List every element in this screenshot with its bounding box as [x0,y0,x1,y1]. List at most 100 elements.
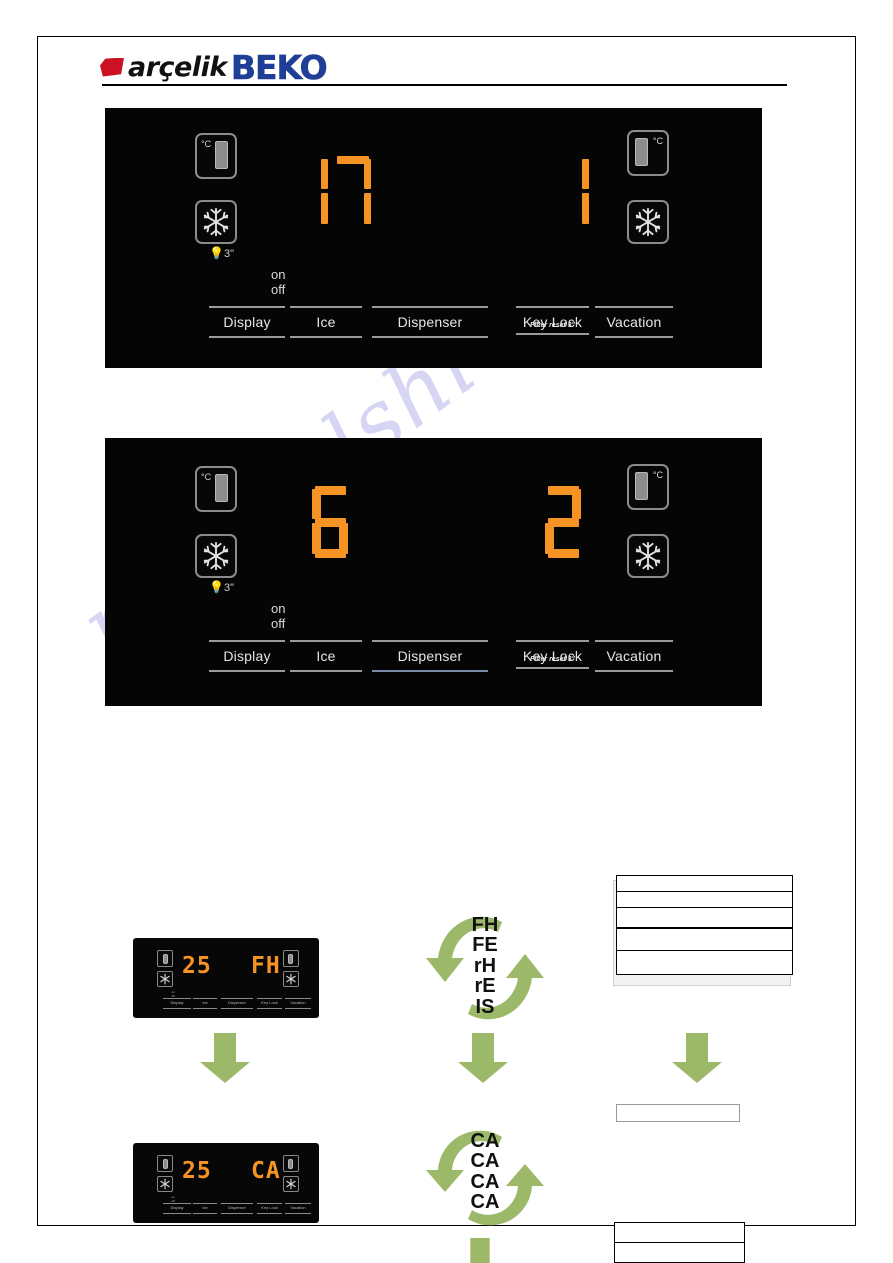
fridge-temp-icon[interactable]: °C [627,130,669,176]
cycle-item: CA [470,1150,500,1173]
freezer-snowflake-icon[interactable] [627,200,669,244]
mini-button-bar [257,998,282,999]
vacation-button[interactable]: Vacation [595,640,673,672]
fridge-temp-icon [283,1155,299,1172]
ice-button[interactable]: Ice [290,306,362,338]
key-lock-button[interactable]: Key Lock Filter reset 3" [516,640,589,669]
cycle-item: rE [474,975,496,998]
fridge-degree-label: °C [652,136,663,146]
fridge-temp-icon[interactable]: °C [627,464,669,510]
dispenser-button[interactable]: Dispenser [372,640,488,672]
ice-on-label: on [271,601,286,616]
mini-button-label: Key Lock [261,1205,278,1210]
button-bar-bottom [372,336,488,338]
vacation-button[interactable]: Vacation [595,306,673,338]
snowflake-glyph [160,1178,170,1190]
snowflake-glyph [203,207,229,237]
seg-digit [298,156,328,228]
fridge-control-panel-bottom: °C 💡3" °C on off Display Ice Dispenser K… [105,438,762,706]
bulb-icon-label: 💡3" [209,246,234,260]
button-label: Ice [316,314,336,330]
mini-button-label: Display [170,1000,184,1005]
freezer-snowflake-icon [157,971,173,987]
button-label: Vacation [606,648,662,664]
page-frame-right [855,36,856,1226]
snowflake-glyph [635,207,661,237]
service-display-ca: 25 CA on off Display Ice Dispenser Key Lo… [133,1143,319,1223]
freezer-snowflake-icon [283,1176,299,1192]
button-bar-bottom [209,336,285,338]
mini-button-bar [257,1008,282,1009]
freezer-snowflake-icon[interactable] [195,534,237,578]
freezer-snowflake-icon[interactable] [195,200,237,244]
error-code-cycle-lower: CA CA CA CA [424,1128,546,1228]
ice-off-label: off [271,616,286,631]
mini-left-value: 25 [182,953,212,979]
mini-button-label: Dispenser [227,1000,246,1005]
mini-button-bar [193,998,217,999]
fridge-temp-icon[interactable]: °C [195,466,237,512]
freezer-snowflake-icon[interactable] [627,534,669,578]
code-table-upper [616,875,793,975]
button-bar-bottom [209,670,285,672]
mini-button-bar [221,1213,253,1214]
button-bar-bottom [595,336,673,338]
mini-button-bar [163,1008,191,1009]
mini-onoff-label: on off [171,990,175,998]
left-temperature-display [312,486,348,558]
mini-button-label: Key Lock [261,1000,278,1005]
ice-onoff-indicator: on off [271,601,285,631]
fridge-temp-icon[interactable]: °C [195,133,237,179]
mini-button-bar [257,1213,282,1214]
button-bar-bottom [595,670,673,672]
code-table-lower [614,1222,745,1263]
mini-button-bar [163,1203,191,1204]
page-root: manualshive.com arçelik BEKO °C 💡3" °C o… [0,0,893,1263]
mini-button-bar [193,1203,217,1204]
fridge-control-panel-top: °C 💡3" °C on off Display Ice Dispenser K… [105,108,762,368]
mini-button-label: Display [170,1205,184,1210]
mini-right-value: CA [251,1158,281,1184]
page-frame-left [37,36,38,1226]
bulb-icon-label: 💡3" [209,580,234,594]
display-button[interactable]: Display [209,640,285,672]
flow-arrow-down-right [672,1033,722,1083]
fridge-door-glyph [635,472,648,500]
cycle-item: CA [470,1130,500,1152]
mini-button-bar [221,1008,253,1009]
button-label: Dispenser [397,314,463,330]
cycle-item: CA [470,1191,500,1214]
fridge-degree-label: °C [652,470,663,480]
button-label: Display [223,314,271,330]
brand-name-arcelik: arçelik [128,51,227,83]
fridge-door-glyph [635,138,648,166]
snowflake-glyph [203,541,229,571]
table-row [617,929,792,951]
error-code-cycle-upper: FH FE rH rE IS [424,912,546,1024]
table-row [617,876,792,892]
ice-button[interactable]: Ice [290,640,362,672]
mini-left-value: 25 [182,1158,212,1184]
brand-name-beko: BEKO [230,47,328,87]
button-label: Dispenser [397,648,463,664]
fridge-degree-label: °C [201,472,212,482]
mini-button-label: Vacation [290,1205,306,1210]
key-lock-button[interactable]: Key Lock Filter reset 3" [516,306,589,335]
freezer-snowflake-icon [283,971,299,987]
table-row [617,908,792,929]
display-button[interactable]: Display [209,306,285,338]
dispenser-button[interactable]: Dispenser [372,306,488,338]
table-row [617,1105,739,1121]
cycle-item: FE [472,934,498,957]
snowflake-glyph [286,973,296,985]
button-bar-bottom [290,336,362,338]
brand-logo: arçelik BEKO [100,47,328,87]
fridge-door-glyph [215,141,228,169]
fridge-temp-icon [157,950,173,967]
fridge-door-glyph [163,954,168,964]
table-row [615,1223,744,1243]
right-temperature-display [577,156,589,228]
header-rule [102,84,787,86]
button-label: Ice [316,648,336,664]
arcelik-flag-icon [100,57,124,77]
